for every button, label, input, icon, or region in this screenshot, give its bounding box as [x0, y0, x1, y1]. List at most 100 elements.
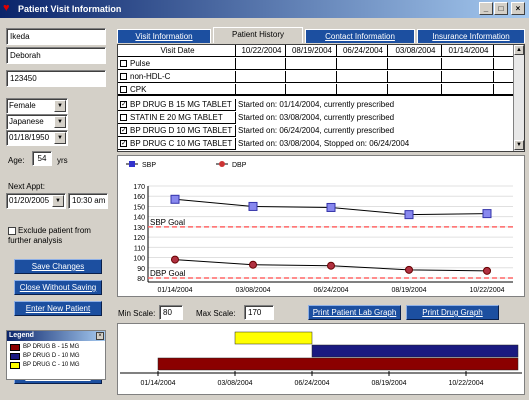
- row-checkbox[interactable]: ✓: [120, 140, 127, 147]
- tab-insurance-information[interactable]: Insurance Information: [417, 29, 525, 43]
- x-tick-label: 08/19/2004: [391, 287, 426, 294]
- row-label: BP DRUG B 15 MG TABLET: [130, 100, 232, 109]
- x-tick-label: 10/22/2004: [469, 287, 504, 294]
- maximize-button[interactable]: □: [494, 2, 508, 15]
- row-checkbox[interactable]: [120, 86, 127, 93]
- gender-value: Female: [9, 101, 36, 110]
- row-checkbox[interactable]: ✓: [120, 127, 127, 134]
- dob-value: 01/18/1950: [9, 133, 50, 142]
- last-name-field[interactable]: Ikeda: [6, 28, 106, 45]
- grid-header-cell: 01/14/2004: [442, 45, 494, 57]
- chevron-down-icon[interactable]: ▼: [54, 100, 66, 112]
- y-tick-label: 120: [133, 235, 145, 242]
- max-scale-label: Max Scale:: [196, 309, 236, 318]
- grid-cell: [388, 58, 442, 70]
- y-tick-label: 100: [133, 256, 145, 263]
- scroll-down-icon[interactable]: ▼: [514, 140, 524, 150]
- row-checkbox[interactable]: [120, 60, 127, 67]
- tab-visit-information[interactable]: Visit Information: [117, 29, 211, 43]
- vitals-chart-svg: SBP DBP 80 90 100 110 120 130 140 150 160 170 SBP Go…: [126, 161, 513, 294]
- sbp-point: [248, 201, 258, 211]
- close-without-saving-button[interactable]: Close Without Saving: [14, 280, 102, 295]
- drug-timeline-svg: 01/14/2004 03/08/2004 06/24/2004 08/19/2004…: [120, 331, 522, 387]
- table-row[interactable]: Pulse: [118, 58, 514, 70]
- vitals-chart: SBP DBP 80 90 100 110 120 130 140 150 160 170 SBP Go…: [117, 155, 525, 297]
- legend-label: BP DRUG C - 10 MG: [23, 362, 80, 368]
- y-tick-label: 140: [133, 215, 145, 222]
- table-row[interactable]: non-HDL-C: [118, 71, 514, 83]
- next-appt-time-field[interactable]: 10:30 am: [68, 193, 108, 209]
- dbp-point: [249, 260, 257, 269]
- legend-window[interactable]: Legend × BP DRUG B - 15 MG BP DRUG D - 10…: [6, 330, 106, 380]
- exclude-checkbox-row[interactable]: Exclude patient from further analysis: [8, 226, 113, 246]
- save-changes-button[interactable]: Save Changes: [14, 259, 102, 274]
- row-label: CPK: [130, 85, 147, 94]
- sbp-point: [170, 194, 180, 204]
- sbp-legend-marker: [129, 161, 135, 167]
- close-window-button[interactable]: ×: [511, 2, 525, 15]
- drug-status-note: Started on: 01/14/2004, currently prescr…: [236, 99, 514, 111]
- first-name-field[interactable]: Deborah: [6, 47, 106, 64]
- print-lab-graph-button[interactable]: Print Patient Lab Graph: [308, 305, 401, 320]
- sbp-point: [326, 202, 336, 212]
- grid-header-cell: 08/19/2004: [286, 45, 337, 57]
- row-label: STATIN E 20 MG TABLET: [130, 113, 223, 122]
- next-appt-date-select[interactable]: 01/20/2005 ▼: [6, 193, 66, 209]
- window-title: Patient Visit Information: [18, 4, 122, 14]
- gender-select[interactable]: Female ▼: [6, 98, 68, 114]
- chevron-down-icon[interactable]: ▼: [54, 116, 66, 128]
- chevron-down-icon[interactable]: ▼: [54, 132, 66, 144]
- row-label: non-HDL-C: [130, 72, 171, 81]
- grid-cell: ✓ BP DRUG D 10 MG TABLET: [118, 125, 236, 137]
- sbp-point: [482, 209, 492, 219]
- x-tick-label: 01/14/2004: [157, 287, 192, 294]
- dob-select[interactable]: 01/18/1950 ▼: [6, 130, 68, 146]
- history-grid[interactable]: Visit Date 10/22/2004 08/19/2004 06/24/2004…: [117, 44, 525, 152]
- grid-cell: [286, 58, 337, 70]
- ethnicity-value: Japanese: [9, 117, 44, 126]
- drug-x-label: 08/19/2004: [371, 380, 406, 387]
- grid-cell: CPK: [118, 84, 236, 96]
- exclude-checkbox[interactable]: [8, 226, 16, 235]
- tab-patient-history[interactable]: Patient History: [213, 27, 303, 43]
- chevron-down-icon[interactable]: ▼: [52, 195, 64, 207]
- ethnicity-select[interactable]: Japanese ▼: [6, 114, 68, 130]
- age-unit: yrs: [57, 156, 68, 165]
- table-row[interactable]: ✓ BP DRUG B 15 MG TABLET Started on: 01/14…: [118, 99, 514, 111]
- row-checkbox[interactable]: ✓: [120, 101, 127, 108]
- row-checkbox[interactable]: [120, 114, 127, 121]
- close-icon[interactable]: ×: [96, 332, 104, 340]
- grid-cell: [337, 58, 388, 70]
- table-row[interactable]: STATIN E 20 MG TABLET Started on: 03/08/2…: [118, 112, 514, 124]
- row-checkbox[interactable]: [120, 73, 127, 80]
- table-row[interactable]: CPK: [118, 84, 514, 96]
- legend-swatch: [10, 344, 20, 351]
- age-label: Age:: [8, 156, 25, 165]
- enter-new-patient-button[interactable]: Enter New Patient: [14, 301, 102, 316]
- table-row[interactable]: ✓ BP DRUG C 10 MG TABLET Started on: 03/08…: [118, 138, 514, 150]
- max-scale-field[interactable]: 170: [244, 305, 274, 320]
- table-row[interactable]: ✓ BP DRUG D 10 MG TABLET Started on: 06/24…: [118, 125, 514, 137]
- print-drug-graph-button[interactable]: Print Drug Graph: [406, 305, 499, 320]
- grid-header-cell: 03/08/2004: [388, 45, 442, 57]
- scroll-up-icon[interactable]: ▲: [514, 45, 524, 55]
- grid-cell: [442, 71, 494, 83]
- grid-cell: [236, 71, 286, 83]
- drug-status-note: Started on: 06/24/2004, currently prescr…: [236, 125, 514, 137]
- dbp-legend-marker: [219, 161, 225, 167]
- drug-status-note: Started on: 03/08/2004, currently prescr…: [236, 112, 514, 124]
- next-appt-label: Next Appt:: [8, 182, 45, 191]
- y-tick-label: 130: [133, 225, 145, 232]
- sbp-point: [404, 210, 414, 220]
- legend-item: BP DRUG C - 10 MG: [7, 361, 105, 370]
- legend-label: BP DRUG B - 15 MG: [23, 344, 80, 350]
- row-label: BP DRUG C 10 MG TABLET: [130, 139, 233, 148]
- grid-cell: ✓ BP DRUG C 10 MG TABLET: [118, 138, 236, 150]
- grid-scrollbar[interactable]: ▲ ▼: [513, 45, 524, 151]
- tab-contact-information[interactable]: Contact Information: [305, 29, 415, 43]
- grid-header-cell: 10/22/2004: [236, 45, 286, 57]
- patient-id-field[interactable]: 123450: [6, 70, 106, 87]
- drug-status-note: Started on: 03/08/2004, Stopped on: 06/2…: [236, 138, 514, 150]
- minimize-button[interactable]: _: [479, 2, 493, 15]
- min-scale-field[interactable]: 80: [159, 305, 183, 320]
